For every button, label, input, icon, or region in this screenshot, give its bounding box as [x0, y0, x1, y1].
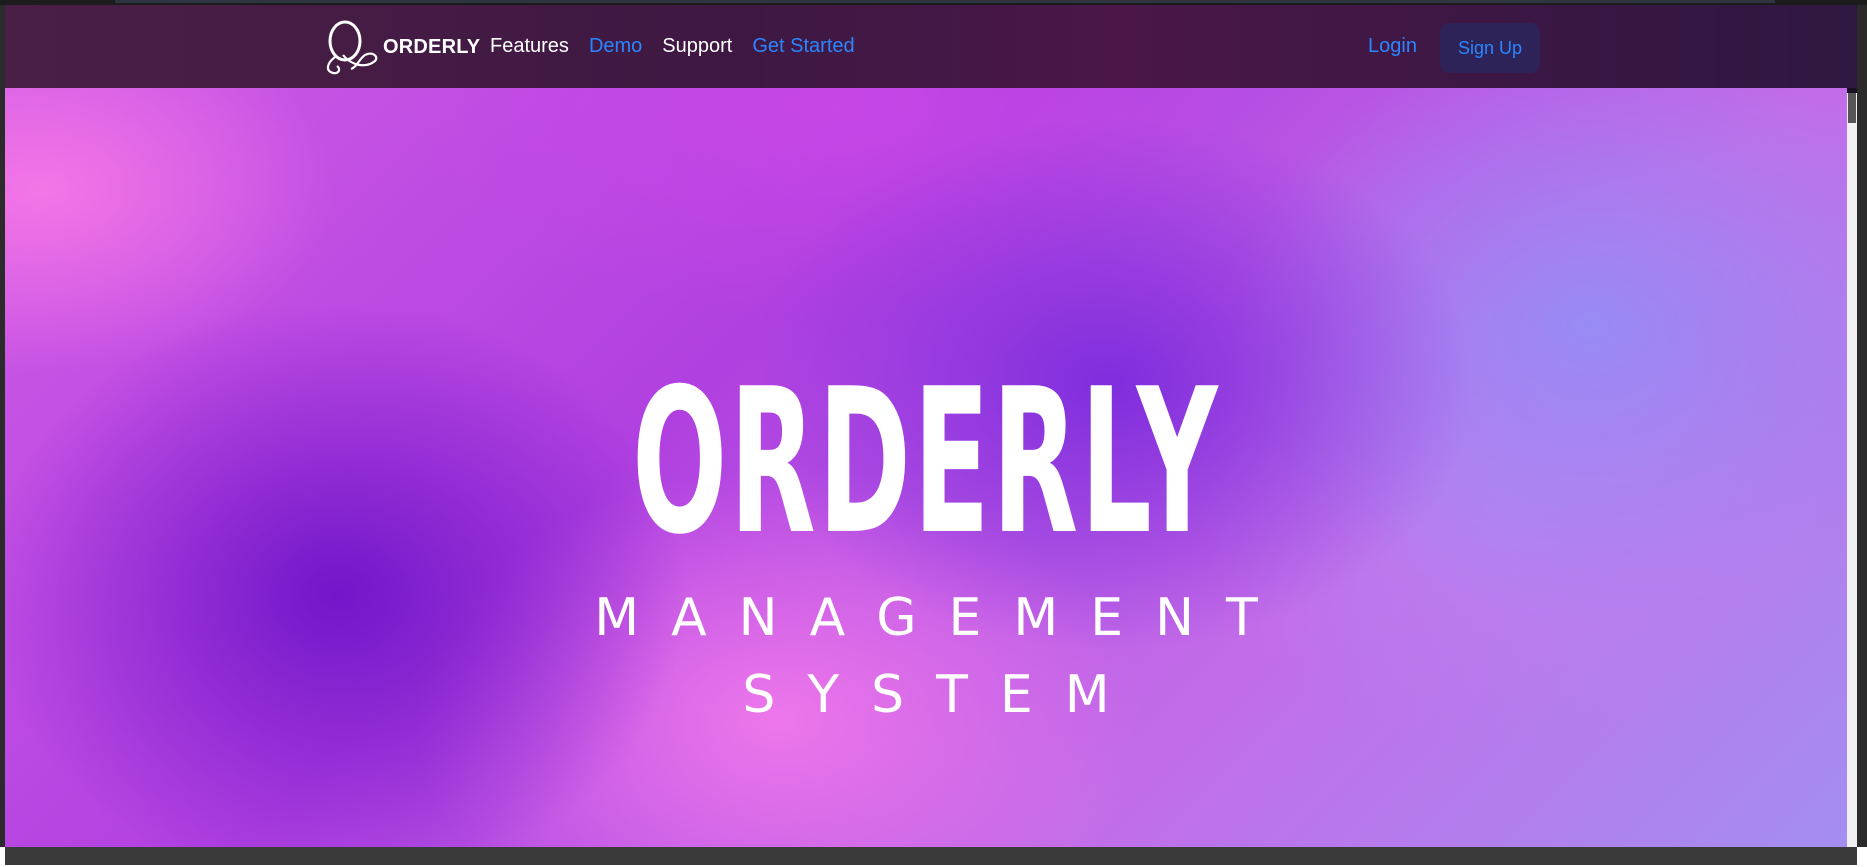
horizontal-scrollbar[interactable]	[5, 847, 1857, 865]
nav-link-demo[interactable]: Demo	[589, 35, 642, 58]
page-scrollbar[interactable]	[1847, 93, 1857, 847]
browser-viewport: ORDERLY MANAGEMENT SYSTEM ORDERLY Featur…	[5, 5, 1857, 847]
orderly-logo-icon	[321, 19, 379, 75]
nav-link-get-started[interactable]: Get Started	[752, 35, 854, 58]
nav-link-features[interactable]: Features	[490, 35, 569, 58]
browser-tab-bar	[115, 0, 1775, 3]
nav-link-support[interactable]: Support	[662, 35, 732, 58]
login-link[interactable]: Login	[1368, 5, 1417, 88]
hero-subtitle-system: SYSTEM	[742, 665, 1142, 725]
hero-section: ORDERLY MANAGEMENT SYSTEM	[5, 5, 1847, 847]
brand-logo-link[interactable]: ORDERLY	[321, 19, 480, 75]
nav-links: Features Demo Support Get Started	[490, 5, 855, 88]
hero-title: ORDERLY	[632, 346, 1220, 579]
navbar: ORDERLY Features Demo Support Get Starte…	[5, 5, 1857, 88]
browser-bottom-strip	[0, 847, 1867, 867]
signup-button[interactable]: Sign Up	[1440, 23, 1540, 73]
hero-subtitle-management: MANAGEMENT	[594, 588, 1290, 648]
brand-name: ORDERLY	[383, 35, 481, 58]
scrollbar-thumb[interactable]	[1848, 93, 1856, 123]
